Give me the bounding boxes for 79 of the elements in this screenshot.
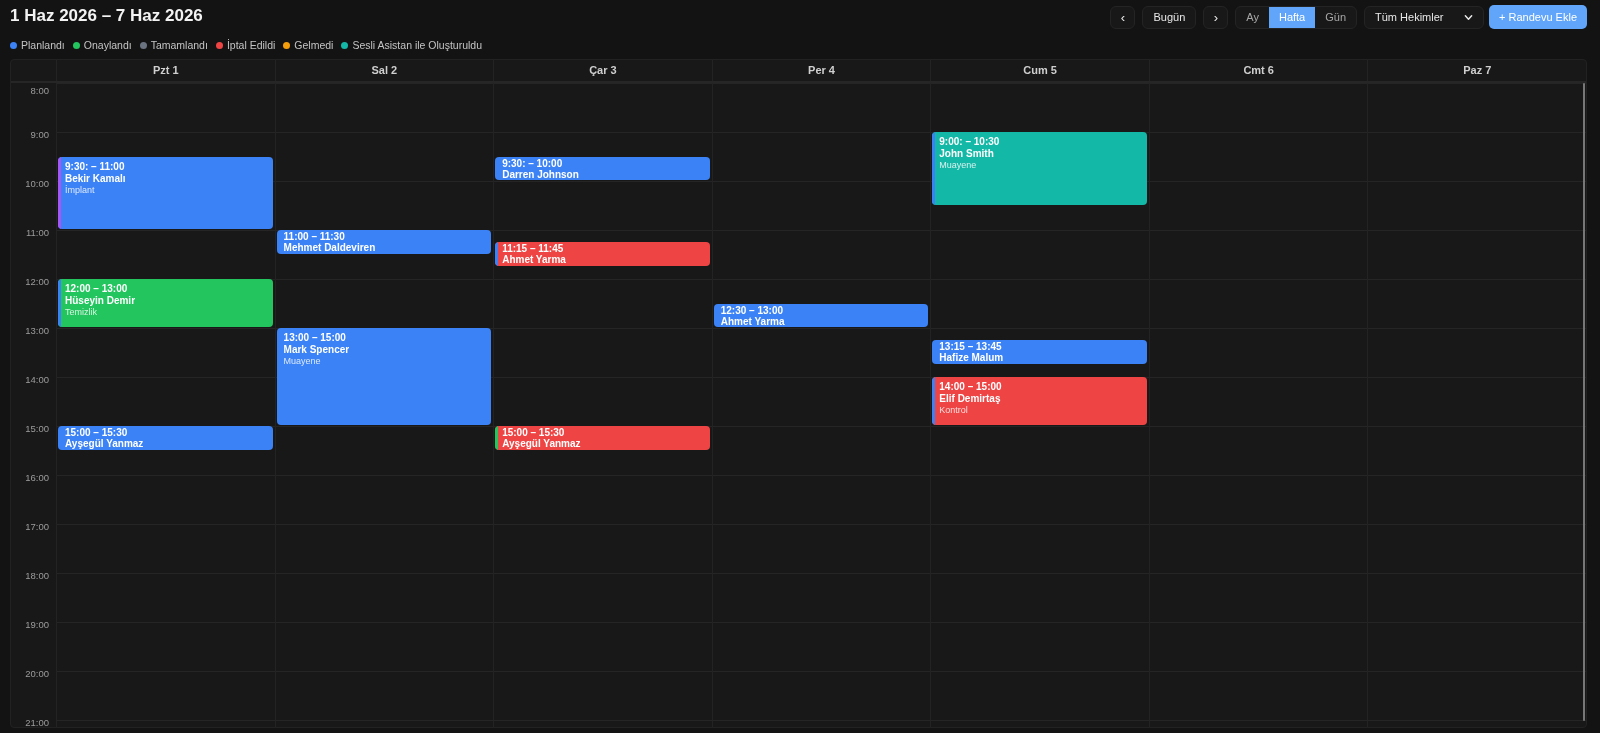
appointment-time: 12:00 – 13:00 [65,283,128,294]
appointment-card[interactable]: 15:00 – 15:30 Ayşegül Yanmaz [58,426,273,450]
view-tab[interactable]: Hafta [1268,6,1316,28]
legend-label: Onaylandı [83,39,132,51]
appointment-type: İmplant [65,184,95,196]
hour-label: 17:00 [24,520,50,532]
hour-label: 12:00 [24,275,50,287]
appointment-time: 11:15 – 11:45 [502,243,564,255]
patient-name: Ayşegül Yanmaz [502,438,581,449]
patient-name: Mehmet Daldeviren [283,242,376,253]
legend-label: İptal Edildi [226,39,276,51]
next-button[interactable]: › [1203,5,1229,29]
hour-label: 10:00 [24,177,50,189]
appointment-card[interactable]: 14:00 – 15:00 Elif Demirtaş Kontrol [932,377,1147,425]
patient-name: Bekir Kamalı [65,172,126,184]
day-header: Cum 5 [930,60,1149,81]
appointment-type: Muayene [939,160,977,171]
appointment-time: 11:00 – 11:30 [283,231,345,242]
appointment-card[interactable]: 9:30: – 11:00 Bekir Kamalı İmplant [58,156,273,229]
day-header: Sal 2 [274,60,494,81]
add-appointment-button[interactable]: + Randevu Ekle [1489,5,1587,29]
hour-label: 14:00 [24,373,50,385]
appointment-time: 9:30: – 11:00 [65,160,125,172]
hour-label: 21:00 [24,716,50,728]
scrollbar-thumb[interactable] [1583,83,1585,721]
hour-label: 20:00 [24,667,50,679]
day-header: Per 4 [711,60,931,81]
hour-label: 19:00 [24,618,50,630]
day-header: Çar 3 [493,60,712,81]
appointment-card[interactable]: 13:15 – 13:45 Hafize Malum [932,340,1147,364]
day-header: Paz 7 [1367,60,1587,81]
hour-label: 11:00 [24,226,50,238]
doctor-filter-dropdown[interactable]: Tüm Hekimler [1364,5,1485,29]
patient-name: Hüseyin Demir [65,295,136,306]
patient-name: Elif Demirtaş [939,393,1001,404]
appointment-time: 13:15 – 13:45 [939,341,1002,353]
date-range-title: 1 Haz 2026 – 7 Haz 2026 [10,6,204,26]
appointment-type: Temizlik [65,307,97,318]
today-button[interactable]: Bugün [1142,5,1197,29]
patient-name: Mark Spencer [283,344,350,355]
legend-label: Sesli Asistan ile Oluşturuldu [352,39,482,51]
legend-label: Tamamlandı [150,39,208,51]
legend-label: Planlandı [21,39,65,51]
appointment-card[interactable]: 11:15 – 11:45 Ahmet Yarma [495,242,710,266]
appointment-time: 13:00 – 15:00 [283,332,346,343]
hour-label: 8:00 [29,85,50,96]
appointment-time: 14:00 – 15:00 [939,381,1002,392]
view-tab[interactable]: Ay [1236,6,1269,28]
appointment-card[interactable]: 12:30 – 13:00 Ahmet Yarma [713,303,929,327]
view-tab[interactable]: Gün [1315,6,1357,28]
patient-name: Darren Johnson [502,168,579,180]
appointment-card[interactable]: 11:00 – 11:30 Mehmet Daldeviren [276,230,492,254]
patient-name: Ahmet Yarma [502,254,566,266]
hour-label: 9:00 [29,128,50,140]
hour-label: 15:00 [24,422,50,434]
appointment-card[interactable]: 15:00 – 15:30 Ayşegül Yanmaz [495,426,710,450]
legend-label: Gelmedi [294,39,334,51]
appointment-time: 9:30: – 10:00 [502,157,563,169]
patient-name: Ahmet Yarma [720,315,785,327]
chevron-down-icon [1464,12,1474,22]
day-header: Pzt 1 [56,60,275,81]
appointment-card[interactable]: 13:00 – 15:00 Mark Spencer Muayene [276,328,492,425]
hour-label: 18:00 [24,569,50,581]
patient-name: Ayşegül Yanmaz [65,438,144,449]
appointment-card[interactable]: 12:00 – 13:00 Hüseyin Demir Temizlik [58,279,273,327]
hour-label: 16:00 [24,471,50,483]
appointment-time: 15:00 – 15:30 [65,427,128,438]
patient-name: John Smith [939,148,994,159]
patient-name: Hafize Malum [939,352,1004,364]
appointment-card[interactable]: 9:30: – 10:00 Darren Johnson [495,156,710,180]
appointment-type: Kontrol [939,405,968,416]
appointment-card[interactable]: 9:00: – 10:30 John Smith Muayene [932,132,1147,205]
appointment-time: 9:00: – 10:30 [939,136,1000,147]
appointment-time: 12:30 – 13:00 [720,304,783,316]
previous-button[interactable]: ‹ [1110,5,1136,29]
hour-label: 13:00 [24,324,50,336]
appointment-time: 15:00 – 15:30 [502,427,565,438]
appointment-type: Muayene [283,356,321,367]
day-header: Cmt 6 [1148,60,1368,81]
